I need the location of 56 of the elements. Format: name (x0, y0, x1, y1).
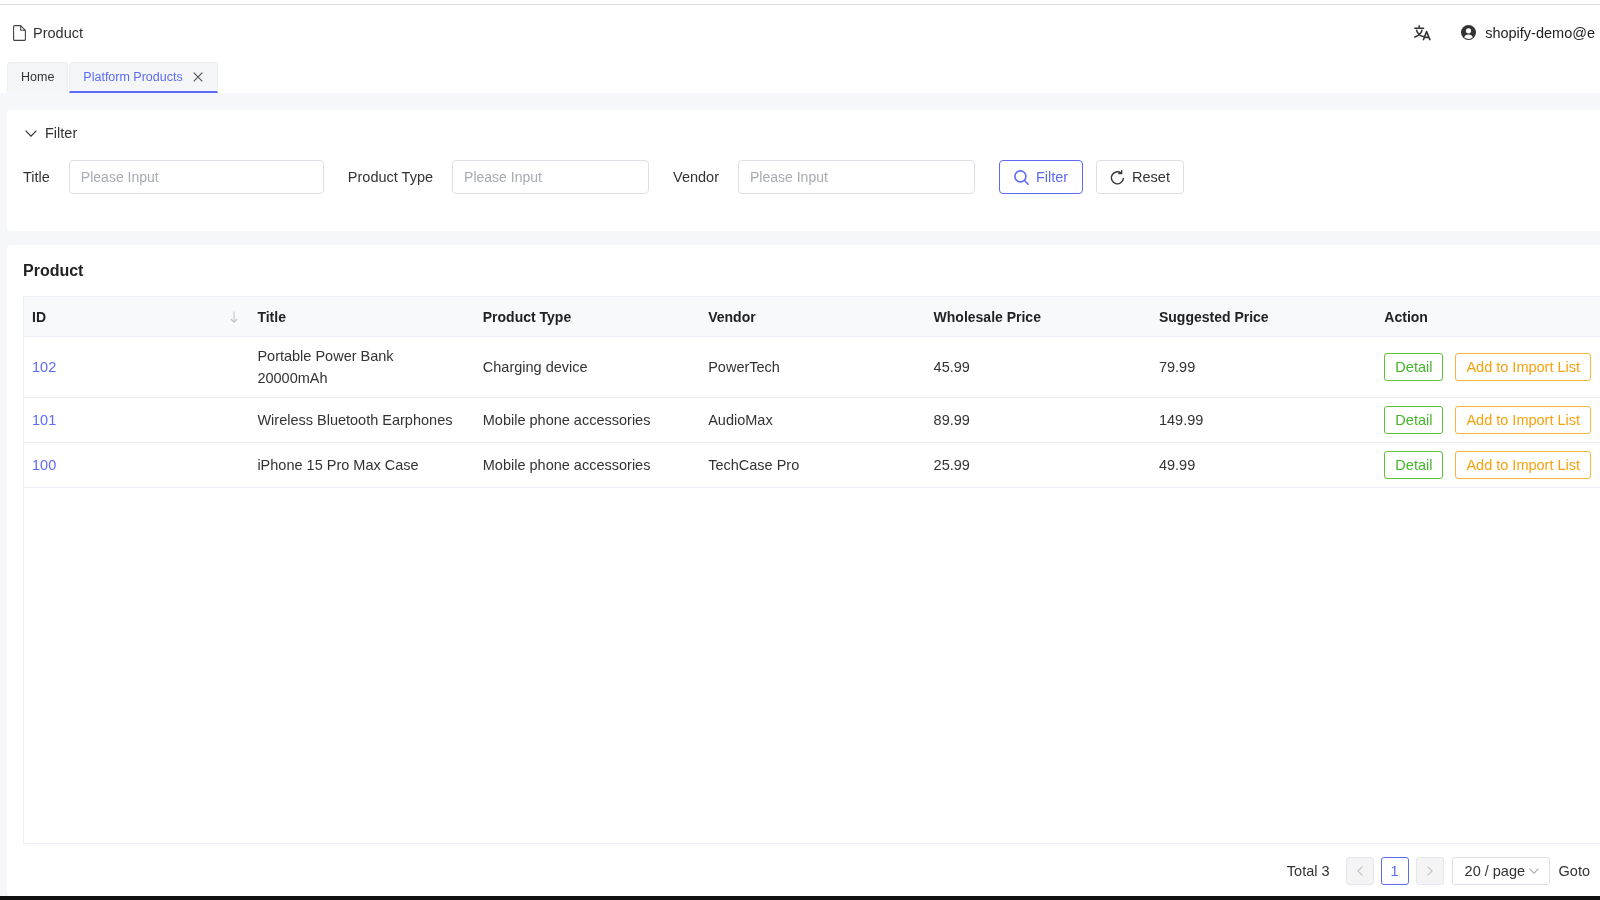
table-cell: 25.99 (925, 443, 1151, 488)
page-button[interactable]: 1 (1380, 857, 1409, 885)
sort-arrow-icon[interactable] (230, 310, 239, 323)
product-id-link[interactable]: 102 (32, 356, 57, 378)
table-cell: Mobile phone accessories (474, 443, 701, 488)
document-icon (13, 24, 26, 41)
close-icon[interactable] (192, 72, 203, 82)
text-input[interactable]: Please Input (68, 160, 324, 194)
detail-button[interactable]: Detail (1384, 406, 1444, 434)
table-cell: 45.99 (925, 337, 1151, 398)
section-title: Product (23, 261, 84, 281)
chevron-right-icon (1426, 866, 1433, 876)
table-cell: 49.99 (1150, 443, 1377, 488)
column-header: Wholesale Price (925, 297, 1151, 337)
table-cell: Wireless Bluetooth Earphones (249, 398, 475, 443)
column-header: Vendor (700, 297, 926, 337)
column-header[interactable]: ID (24, 297, 250, 337)
field-label: Product Type (347, 169, 434, 185)
table-cell: 89.99 (925, 398, 1151, 443)
filter-toggle[interactable]: Filter (23, 122, 78, 144)
product-id-link[interactable]: 100 (32, 454, 57, 476)
page-title: Product (33, 24, 83, 41)
tab[interactable]: Home (7, 62, 69, 93)
reset-button[interactable]: Reset (1096, 160, 1184, 194)
user-icon (1461, 25, 1477, 40)
caret-down-icon (1528, 868, 1539, 874)
page-size-select[interactable]: 20 / page (1451, 857, 1550, 885)
column-header: Suggested Price (1150, 297, 1377, 337)
table-cell: Charging device (474, 337, 701, 398)
filter-button[interactable]: Filter (999, 160, 1083, 194)
chevron-left-icon (1356, 866, 1363, 876)
field-label: Vendor (673, 169, 719, 185)
field-label: Title (23, 169, 50, 185)
table-cell: Mobile phone accessories (474, 398, 701, 443)
table-cell: TechCase Pro (700, 443, 926, 488)
column-header: Product Type (474, 297, 701, 337)
tab[interactable]: Platform Products (69, 62, 218, 93)
text-input[interactable]: Please Input (738, 160, 975, 194)
search-icon (1013, 169, 1029, 185)
column-header: Action (1376, 297, 1600, 337)
column-header: Title (249, 297, 475, 337)
table-cell: PowerTech (700, 337, 926, 398)
translate-icon[interactable] (1414, 24, 1432, 41)
pagination-total: Total 3 (1286, 863, 1330, 879)
text-input[interactable]: Please Input (452, 160, 650, 194)
table-cell: iPhone 15 Pro Max Case (249, 443, 475, 488)
table-cell: AudioMax (700, 398, 926, 443)
table-cell: Portable Power Bank 20000mAh (249, 337, 475, 398)
refresh-icon (1110, 169, 1126, 185)
goto-label: Goto (1558, 863, 1590, 879)
table-cell: 149.99 (1150, 398, 1377, 443)
user-menu[interactable]: shopify-demo@e (1461, 24, 1595, 41)
detail-button[interactable]: Detail (1384, 353, 1444, 381)
table-cell: 79.99 (1150, 337, 1377, 398)
detail-button[interactable]: Detail (1384, 451, 1444, 479)
product-id-link[interactable]: 101 (32, 409, 57, 431)
